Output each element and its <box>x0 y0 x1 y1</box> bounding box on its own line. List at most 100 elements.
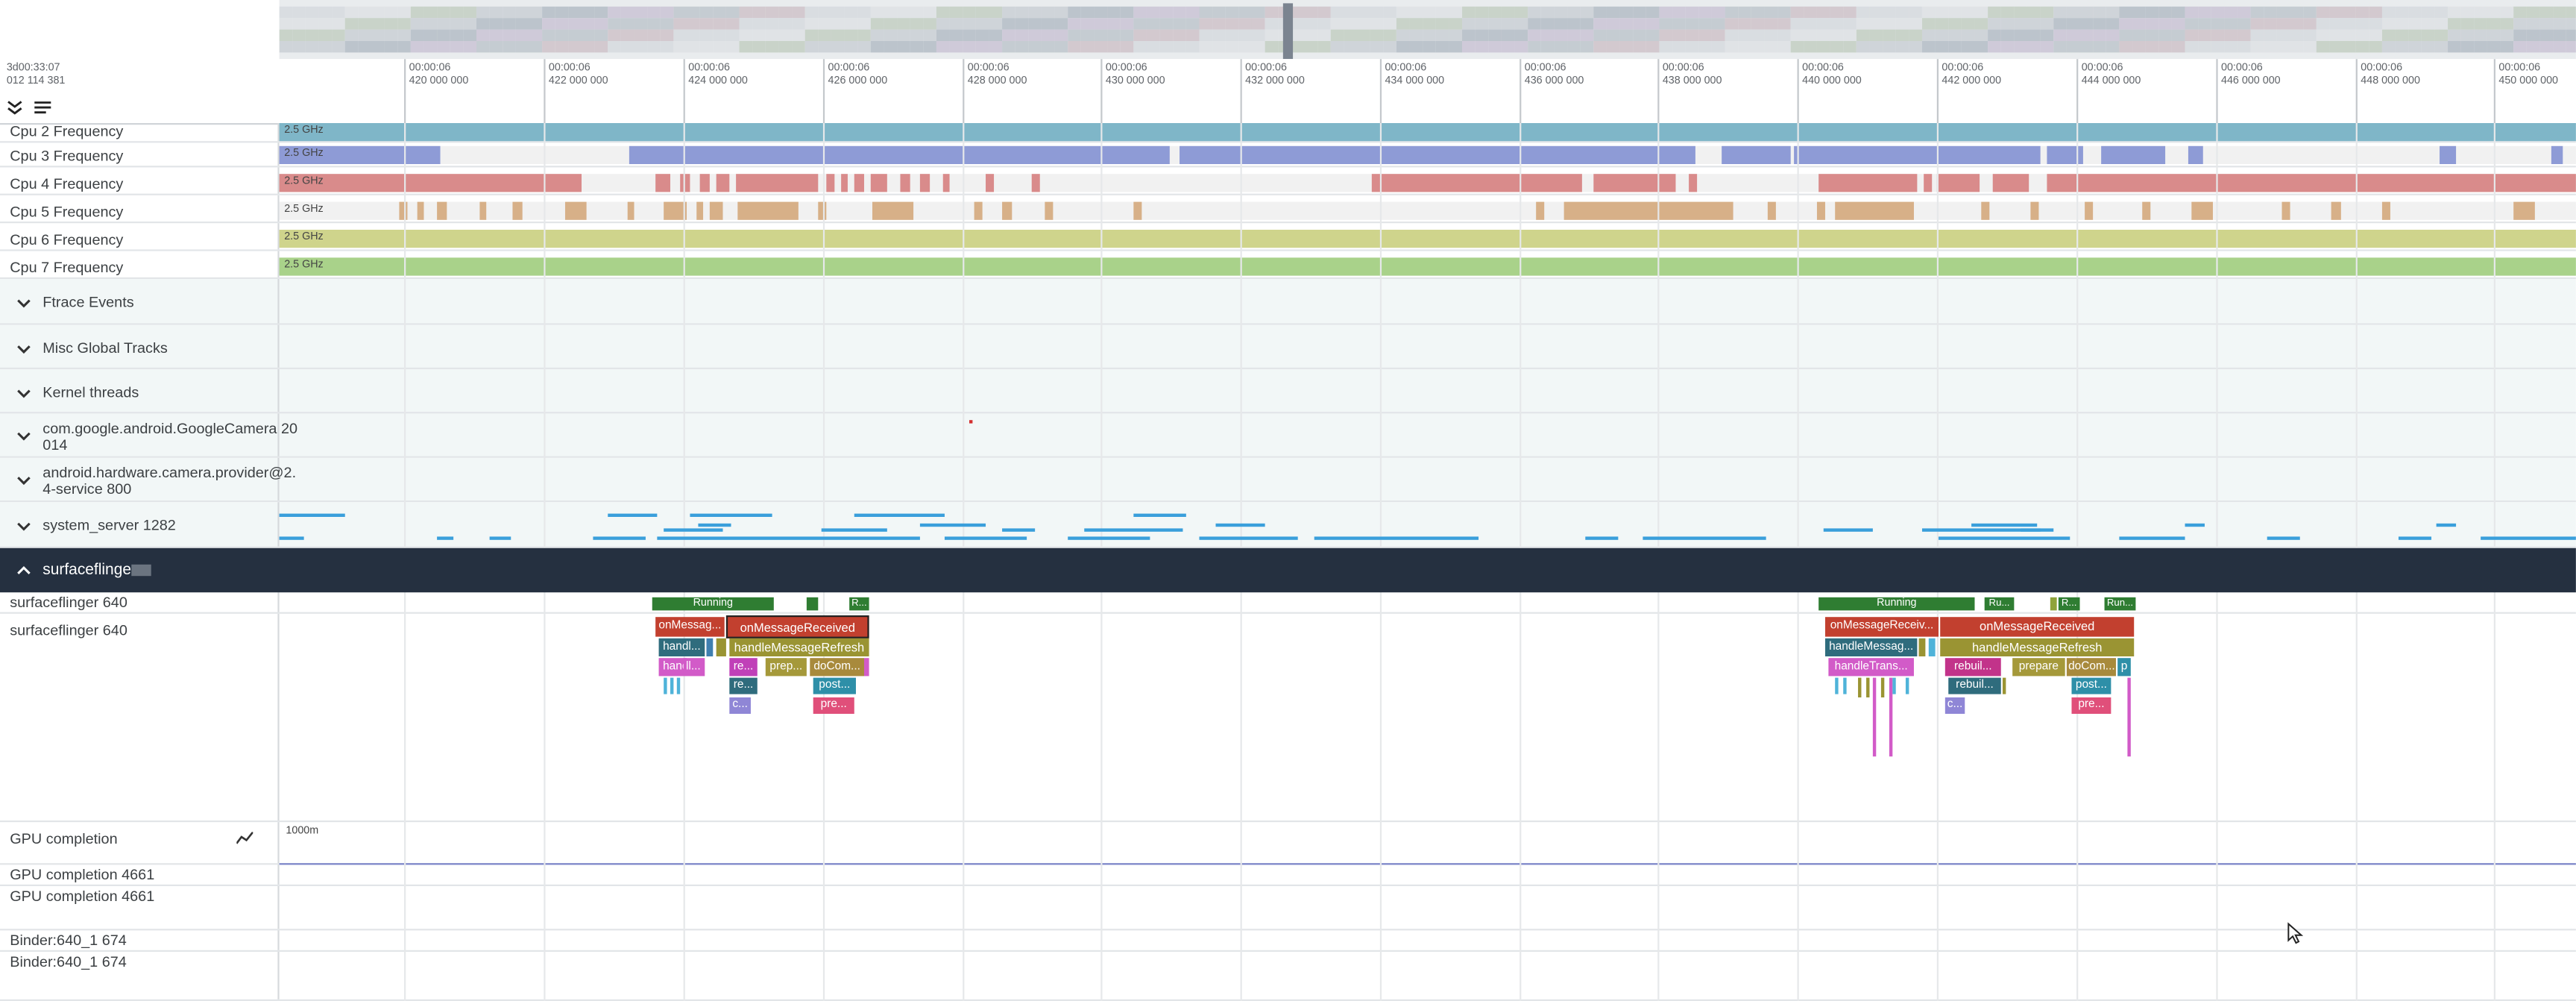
slice-rebuild[interactable]: rebuil... <box>1944 658 2001 677</box>
frequency-segment[interactable] <box>2101 145 2166 164</box>
frequency-segment[interactable] <box>512 201 523 220</box>
slice-present[interactable]: pre... <box>2071 697 2111 714</box>
cpu-usage-bar[interactable] <box>2185 523 2205 527</box>
cpu-usage-bar[interactable] <box>2436 523 2457 527</box>
event-marker[interactable] <box>969 420 973 424</box>
slice-handleTransaction[interactable]: handl... <box>658 658 705 677</box>
track-thread-slices[interactable]: surfaceflinger 640 <box>0 613 2576 823</box>
frequency-segment[interactable] <box>2188 145 2203 164</box>
frequency-segment[interactable] <box>1563 201 1733 220</box>
frequency-segment[interactable] <box>627 201 634 220</box>
track-cpu-frequency[interactable]: Cpu 2 Frequency 2.5 GHz <box>0 123 2576 143</box>
cpu-usage-bar[interactable] <box>2267 536 2300 540</box>
frequency-segment[interactable] <box>900 174 910 192</box>
cpu-usage-bar[interactable] <box>1133 513 1186 517</box>
track-group-surfaceflinger[interactable]: surfaceflinger <box>0 547 2576 593</box>
chevron-up-icon[interactable] <box>16 563 31 578</box>
frequency-segment[interactable] <box>736 174 819 192</box>
frequency-segment[interactable] <box>2440 145 2457 164</box>
frequency-segment[interactable] <box>2047 174 2576 192</box>
track-cpu-frequency[interactable]: Cpu 7 Frequency 2.5 GHz <box>0 251 2576 279</box>
slice-small[interactable] <box>1928 638 1936 656</box>
thread-state-running[interactable]: R... <box>2058 597 2080 611</box>
slice-composite[interactable]: c... <box>1944 697 1965 714</box>
chevron-down-icon[interactable] <box>16 473 31 488</box>
cpu-usage-bar[interactable] <box>2021 528 2041 532</box>
frequency-segment[interactable] <box>1045 201 1054 220</box>
thread-state-running[interactable]: Running <box>652 597 774 611</box>
cpu-usage-bar[interactable] <box>1199 536 1298 540</box>
track-cpu-frequency[interactable]: Cpu 4 Frequency 2.5 GHz <box>0 167 2576 195</box>
frequency-segment[interactable] <box>986 174 995 192</box>
track-cpu-frequency[interactable]: Cpu 6 Frequency 2.5 GHz <box>0 223 2576 251</box>
slice-small[interactable] <box>863 658 869 677</box>
slice-postComposition[interactable]: post... <box>2071 677 2111 694</box>
slice-onMessageReceived-selected[interactable]: onMessageReceived <box>725 615 869 638</box>
frequency-segment[interactable] <box>1924 174 1933 192</box>
slice-stub[interactable] <box>1872 677 1877 757</box>
slice-rebuild[interactable]: re... <box>729 658 758 677</box>
frequency-segment[interactable] <box>1816 201 1825 220</box>
slice-prepare[interactable]: prep... <box>765 658 807 677</box>
slice-onMessageReceived[interactable]: onMessageReceiv... <box>1824 617 1939 637</box>
cpu-usage-bar[interactable] <box>593 536 646 540</box>
frequency-segment[interactable] <box>2030 201 2039 220</box>
slice-stub[interactable] <box>2127 677 2131 757</box>
frequency-segment[interactable] <box>841 174 848 192</box>
cpu-usage-bar[interactable] <box>489 536 511 540</box>
frequency-segment[interactable] <box>2191 201 2213 220</box>
slice-stub[interactable] <box>664 677 667 694</box>
slice-present[interactable]: pre... <box>813 697 854 714</box>
slice-handleMessageRefresh[interactable]: handleMessageRefresh <box>1940 638 2135 656</box>
frequency-segment[interactable] <box>1835 201 1914 220</box>
cpu-usage-bar[interactable] <box>664 528 723 532</box>
slice-postComposition[interactable]: post... <box>813 677 856 694</box>
cpu-usage-bar[interactable] <box>1002 528 1036 532</box>
slice-stub[interactable] <box>1866 677 1870 697</box>
frequency-segment[interactable] <box>564 201 587 220</box>
frequency-segment[interactable] <box>1992 174 2029 192</box>
frequency-segment[interactable] <box>870 174 887 192</box>
frequency-segment[interactable] <box>1981 201 1990 220</box>
chevron-down-icon[interactable] <box>16 428 31 443</box>
track-group[interactable]: Ftrace Events <box>0 279 2576 325</box>
thread-state-runnable[interactable] <box>2050 597 2057 611</box>
cpu-usage-bar[interactable] <box>919 523 986 527</box>
slice-stub[interactable] <box>1843 677 1847 694</box>
frequency-segment[interactable] <box>1722 145 1791 164</box>
cpu-usage-bar[interactable] <box>690 513 772 517</box>
frequency-segment[interactable] <box>2142 201 2151 220</box>
slice-stub[interactable] <box>1905 677 1909 694</box>
track-list-icon[interactable] <box>33 100 52 115</box>
cpu-usage-bar[interactable] <box>1643 536 1766 540</box>
frequency-segment[interactable] <box>1133 201 1142 220</box>
slice-stub[interactable] <box>1880 677 1885 697</box>
slice-doComposition[interactable]: doCom... <box>2066 658 2116 677</box>
slice-prepare[interactable]: prepare <box>2012 658 2065 677</box>
slice-handleMessage[interactable]: handl... <box>658 638 705 656</box>
slice-composite[interactable]: c... <box>729 697 751 714</box>
frequency-segment[interactable] <box>417 201 424 220</box>
chevron-down-icon[interactable] <box>16 386 31 401</box>
cpu-usage-bar[interactable] <box>279 513 345 517</box>
track-group[interactable]: android.hardware.camera.provider@2. 4-ser… <box>0 457 2576 503</box>
thread-state-running[interactable]: Running <box>1818 597 1975 611</box>
chart-toggle-icon[interactable] <box>236 832 253 845</box>
frequency-segment[interactable] <box>279 257 2576 276</box>
slice-p[interactable]: p <box>2117 658 2131 677</box>
frequency-segment[interactable] <box>279 123 2576 142</box>
slice-stub[interactable] <box>1835 677 1839 694</box>
frequency-segment[interactable] <box>1936 174 1980 192</box>
frequency-segment[interactable] <box>872 201 914 220</box>
overview-timeline[interactable] <box>279 0 2576 60</box>
chevron-down-icon[interactable] <box>16 518 31 533</box>
cpu-usage-bar[interactable] <box>944 536 1027 540</box>
frequency-segment[interactable] <box>2551 145 2563 164</box>
slice-stub[interactable] <box>670 677 674 694</box>
slice-handleMessage[interactable]: handleMessag... <box>1824 638 1918 656</box>
cpu-usage-bar[interactable] <box>821 528 887 532</box>
frequency-segment[interactable] <box>1371 174 1582 192</box>
slice-handleMessageRefresh[interactable]: handleMessageRefresh <box>729 638 869 656</box>
cpu-usage-bar[interactable] <box>2119 536 2185 540</box>
cpu-usage-bar[interactable] <box>657 536 920 540</box>
